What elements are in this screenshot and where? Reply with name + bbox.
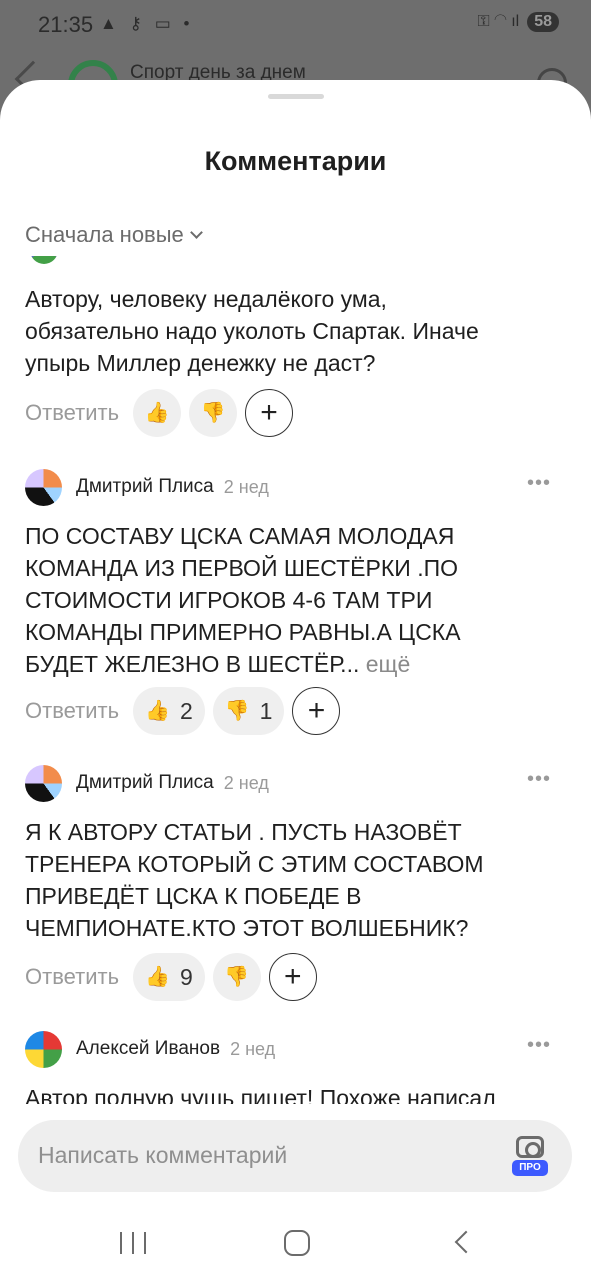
comment-actions: Ответить 👍 👎 +	[25, 388, 294, 438]
thumbs-down-icon: 👎	[200, 402, 226, 424]
comment-item: Дмитрий Плиса 2 нед ••• ПО СОСТАВУ ЦСКА …	[0, 468, 591, 738]
like-button[interactable]: 👍 2	[133, 687, 205, 735]
sort-dropdown[interactable]: Сначала новые	[25, 222, 203, 248]
read-more-link[interactable]: ещё	[366, 651, 411, 677]
thumbs-up-icon: 👍	[145, 966, 170, 988]
battery-icon: 58	[527, 12, 559, 32]
comment-actions: Ответить 👍 2 👎 1 +	[25, 686, 341, 736]
add-reaction-button[interactable]: +	[292, 687, 341, 735]
comment-time: 2 нед	[230, 1038, 276, 1059]
system-icons: ⚿ ◠ ıl 58	[477, 12, 559, 32]
back-icon[interactable]	[454, 1230, 478, 1254]
comments-list[interactable]: Автору, человеку недалёкого ума, обязате…	[0, 256, 591, 1104]
thumbs-up-icon: 👍	[145, 700, 170, 722]
avatar[interactable]	[30, 256, 58, 264]
comment-text: Я К АВТОРУ СТАТЬИ . ПУСТЬ НАЗОВЁТ ТРЕНЕР…	[25, 819, 484, 941]
chevron-down-icon	[189, 225, 203, 239]
more-options-icon[interactable]: •••	[527, 472, 551, 495]
add-reaction-button[interactable]: +	[245, 389, 294, 437]
reply-button[interactable]: Ответить	[25, 698, 119, 724]
comment-input[interactable]: Написать комментарий ПРО	[18, 1120, 572, 1192]
avatar[interactable]	[25, 468, 62, 506]
author-name[interactable]: Дмитрий Плиса	[76, 476, 214, 498]
comment-text: Автору, человеку недалёкого ума, обязате…	[25, 286, 479, 376]
comment-time: 2 нед	[223, 476, 269, 497]
comment-input-placeholder: Написать комментарий	[38, 1142, 288, 1168]
recents-icon[interactable]	[120, 1232, 146, 1254]
signal-icons: ⚿ ◠ ıl	[477, 13, 520, 30]
more-options-icon[interactable]: •••	[527, 768, 551, 791]
sort-label: Сначала новые	[25, 222, 184, 247]
sheet-drag-handle[interactable]	[268, 94, 324, 99]
thumbs-up-icon: 👍	[144, 402, 170, 424]
avatar[interactable]	[25, 1030, 62, 1068]
comment-header: Алексей Иванов 2 нед	[25, 1030, 275, 1068]
comment-actions: Ответить 👍 9 👎 +	[25, 952, 317, 1002]
comment-text: ПО СОСТАВУ ЦСКА САМАЯ МОЛОДАЯ КОМАНДА ИЗ…	[25, 523, 461, 677]
sheet-title: Комментарии	[204, 146, 387, 176]
thumbs-down-icon: 👎	[224, 966, 250, 988]
home-icon[interactable]	[284, 1230, 310, 1256]
status-bar: 21:35 ▲ ⚷ ▭ • ⚿ ◠ ıl 58	[0, 0, 591, 52]
comment-time: 2 нед	[223, 772, 269, 793]
dislike-button[interactable]: 👎	[212, 953, 261, 1001]
reply-button[interactable]: Ответить	[25, 964, 119, 990]
comment-header: Дмитрий Плиса 2 нед	[25, 764, 269, 802]
add-reaction-button[interactable]: +	[268, 953, 317, 1001]
comment-item: Дмитрий Плиса 2 нед ••• Я К АВТОРУ СТАТЬ…	[0, 764, 591, 1004]
comments-sheet: Комментарии Сначала новые Автору, челове…	[0, 80, 591, 1280]
thumbs-down-icon: 👎	[224, 700, 250, 722]
comment-text: Автор полную чушь пишет! Похоже написал	[25, 1085, 496, 1104]
dislike-button[interactable]: 👎 1	[212, 687, 285, 735]
author-name[interactable]: Дмитрий Плиса	[76, 772, 214, 794]
like-count: 9	[179, 963, 193, 990]
reply-button[interactable]: Ответить	[25, 400, 119, 426]
pro-badge: ПРО	[512, 1160, 548, 1176]
dislike-count: 1	[259, 697, 273, 724]
camera-icon	[516, 1136, 544, 1158]
author-name[interactable]: Алексей Иванов	[76, 1038, 220, 1060]
dislike-button[interactable]: 👎	[189, 389, 238, 437]
like-button[interactable]: 👍	[133, 389, 182, 437]
comment-header: Дмитрий Плиса 2 нед	[25, 468, 269, 506]
navigation-bar	[0, 1212, 591, 1280]
pro-camera-button[interactable]: ПРО	[512, 1134, 548, 1178]
comment-item: Алексей Иванов 2 нед ••• Автор полную чу…	[0, 1030, 591, 1104]
like-button[interactable]: 👍 9	[133, 953, 205, 1001]
comment-item: Автору, человеку недалёкого ума, обязате…	[0, 256, 591, 438]
notification-icons: ▲ ⚷ ▭ •	[100, 14, 194, 33]
like-count: 2	[179, 697, 193, 724]
avatar[interactable]	[25, 764, 62, 802]
status-time: 21:35	[38, 12, 94, 37]
more-options-icon[interactable]: •••	[527, 1034, 551, 1057]
